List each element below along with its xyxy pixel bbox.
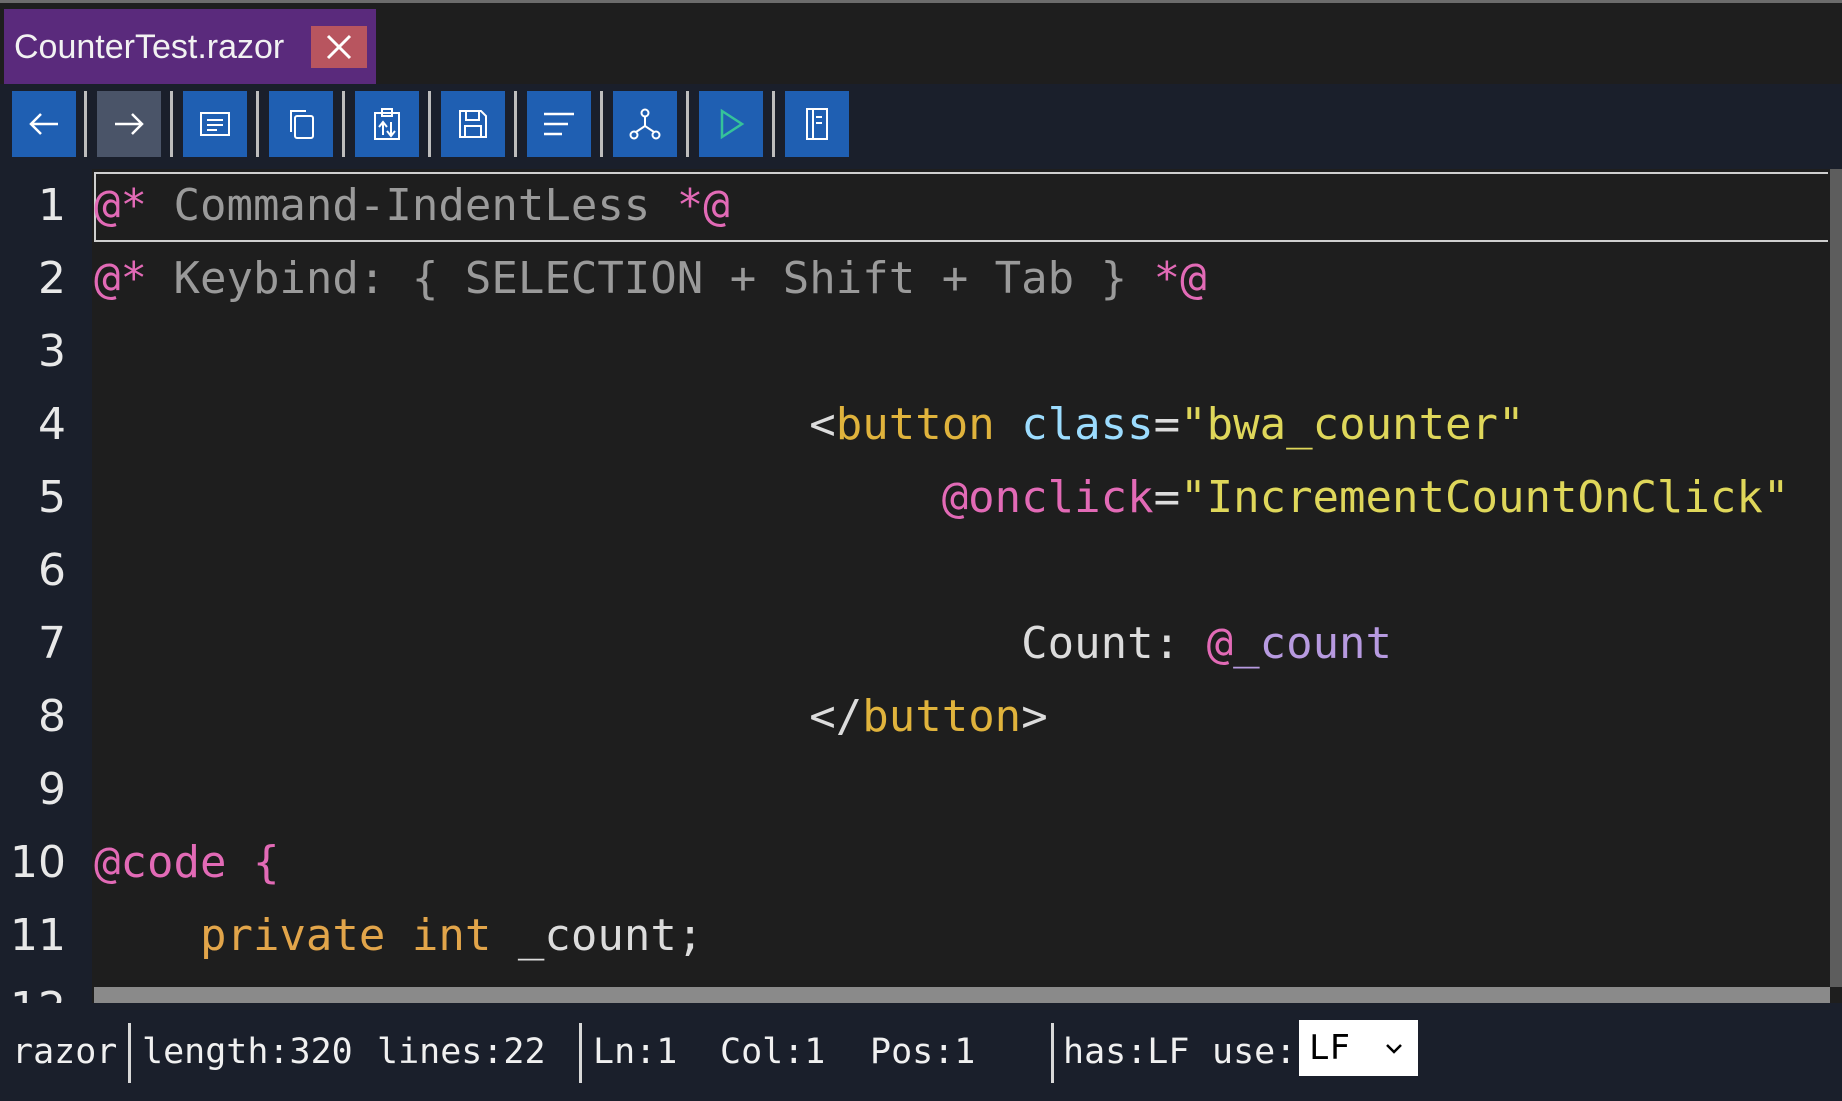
- paste-button[interactable]: [355, 91, 419, 157]
- line-number: 7: [38, 618, 66, 669]
- toolbar-separator: [342, 91, 345, 157]
- length-indicator: length:320: [142, 1032, 353, 1072]
- line-ending-select[interactable]: LF: [1299, 1020, 1418, 1076]
- editor-window: CounterTest.razor 1 2 3 4 5 6 7 8 9 10 1…: [0, 0, 1842, 1101]
- toolbar-separator: [170, 91, 173, 157]
- toolbar: [0, 84, 1842, 169]
- status-divider: [128, 1023, 131, 1083]
- side-panel-icon: [806, 108, 828, 140]
- arrow-right-icon: [115, 113, 144, 135]
- line-number-gutter: 1 2 3 4 5 6 7 8 9 10 11 12: [0, 169, 92, 1003]
- code-line[interactable]: @* Command-IndentLess *@: [94, 169, 730, 242]
- toolbar-separator: [772, 91, 775, 157]
- code-line[interactable]: <button class="bwa_counter": [94, 388, 1524, 461]
- line-number: 3: [38, 326, 66, 377]
- line-number: 11: [10, 910, 66, 961]
- play-icon: [720, 108, 745, 140]
- line-number: 8: [38, 691, 66, 742]
- save-button[interactable]: [441, 91, 505, 157]
- vertical-scrollbar[interactable]: [1830, 169, 1842, 987]
- properties-button[interactable]: [183, 91, 247, 157]
- line-number: 6: [38, 545, 66, 596]
- syntax-tree-button[interactable]: [613, 91, 677, 157]
- line-indicator: Ln:1: [593, 1032, 678, 1072]
- code-line[interactable]: @code {: [94, 826, 279, 899]
- code-line[interactable]: Count: @_count: [94, 607, 1392, 680]
- line-number: 9: [38, 764, 66, 815]
- language-indicator: razor: [12, 1032, 118, 1072]
- tree-icon: [629, 108, 661, 140]
- tab-bar: CounterTest.razor: [0, 6, 1842, 85]
- forward-button[interactable]: [97, 91, 161, 157]
- column-indicator: Col:1: [720, 1032, 826, 1072]
- format-button[interactable]: [527, 91, 591, 157]
- toolbar-separator: [514, 91, 517, 157]
- line-number: 4: [38, 399, 66, 450]
- status-bar: razor length:320 lines:22 Ln:1 Col:1 Pos…: [0, 1003, 1842, 1101]
- copy-icon: [290, 110, 314, 139]
- toolbar-separator: [600, 91, 603, 157]
- tab-title: CounterTest.razor: [14, 27, 285, 66]
- panel-button[interactable]: [785, 91, 849, 157]
- line-ending-value: LF: [1309, 1028, 1350, 1068]
- close-icon: [326, 34, 352, 60]
- status-divider: [579, 1023, 582, 1083]
- line-number: 12: [0, 972, 66, 1003]
- save-icon: [459, 110, 487, 138]
- arrow-left-icon: [29, 113, 58, 135]
- code-area[interactable]: @* Command-IndentLess *@ @* Keybind: { S…: [94, 169, 1830, 987]
- code-line[interactable]: private int _count;: [94, 899, 703, 972]
- line-number: 1: [38, 180, 66, 231]
- position-indicator: Pos:1: [870, 1032, 976, 1072]
- line-ending-use-label: use:: [1212, 1032, 1297, 1072]
- status-divider: [1051, 1023, 1054, 1083]
- line-number: 2: [38, 253, 66, 304]
- close-tab-button[interactable]: [311, 26, 367, 68]
- run-button[interactable]: [699, 91, 763, 157]
- line-number: 10: [10, 837, 66, 888]
- clipboard-icon: [374, 108, 400, 140]
- toolbar-separator: [428, 91, 431, 157]
- horizontal-scrollbar[interactable]: [94, 987, 1830, 1003]
- code-line[interactable]: @onclick="IncrementCountOnClick": [94, 461, 1790, 534]
- align-left-icon: [544, 112, 574, 136]
- tab-countertest[interactable]: CounterTest.razor: [4, 9, 376, 85]
- line-number: 5: [38, 472, 66, 523]
- chevron-down-icon: [1386, 1044, 1402, 1054]
- lines-indicator: lines:22: [377, 1032, 546, 1072]
- toolbar-separator: [256, 91, 259, 157]
- copy-button[interactable]: [269, 91, 333, 157]
- toolbar-separator: [84, 91, 87, 157]
- back-button[interactable]: [12, 91, 76, 157]
- toolbar-separator: [686, 91, 689, 157]
- line-ending-detected: has:LF: [1063, 1032, 1190, 1072]
- text-box-icon: [200, 112, 230, 136]
- code-line[interactable]: </button>: [94, 680, 1047, 753]
- code-line[interactable]: @* Keybind: { SELECTION + Shift + Tab } …: [94, 242, 1207, 315]
- code-editor[interactable]: 1 2 3 4 5 6 7 8 9 10 11 12 @* Command-In…: [0, 169, 1842, 1003]
